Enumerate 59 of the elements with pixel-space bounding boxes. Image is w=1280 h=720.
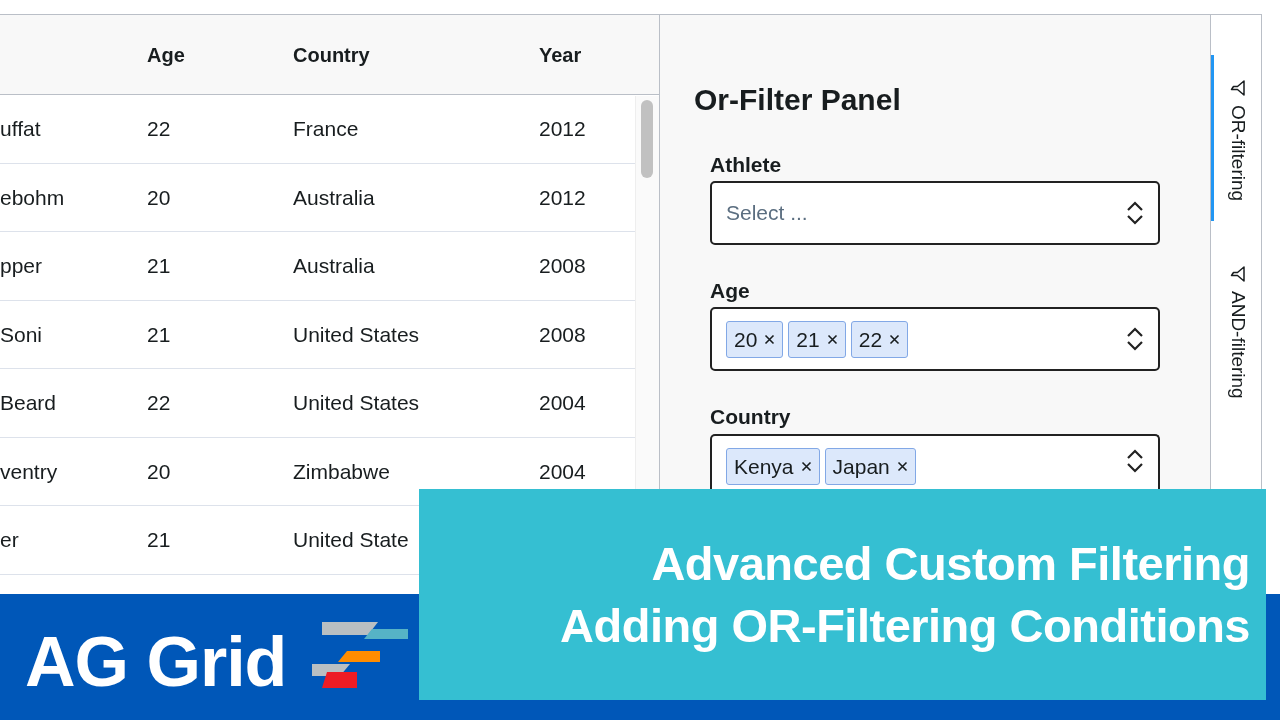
table-cell: United States: [293, 322, 420, 346]
column-header[interactable]: Country: [293, 43, 370, 66]
panel-title: Or-Filter Panel: [694, 82, 902, 118]
table-cell: Soni: [0, 322, 43, 346]
remove-icon[interactable]: [764, 333, 776, 345]
select-field[interactable]: Kenya Japan: [710, 433, 1160, 489]
table-cell: 21: [147, 322, 171, 346]
select-field[interactable]: Select ...: [710, 181, 1160, 246]
table-cell: 20: [147, 185, 171, 209]
table-cell: Australia: [293, 254, 375, 277]
remove-icon[interactable]: [896, 460, 908, 472]
table-cell: 22: [147, 117, 171, 140]
logo-text: AG Grid: [25, 622, 287, 703]
side-tab[interactable]: AND-filtering: [1211, 241, 1261, 419]
field-label: Athlete: [710, 152, 783, 178]
table-cell: ventry: [0, 459, 58, 483]
filter-tag[interactable]: Kenya: [726, 447, 820, 486]
side-tab[interactable]: OR-filtering: [1211, 55, 1261, 222]
table-cell: 2008: [539, 254, 586, 277]
select-field[interactable]: 20 21 22: [710, 307, 1160, 372]
table-cell: 2004: [539, 459, 586, 483]
scrollbar-thumb[interactable]: [641, 100, 653, 178]
table-cell: Beard: [0, 391, 57, 414]
table-cell: er: [0, 528, 19, 551]
table-cell: 22: [147, 391, 171, 414]
chevron-icon: [1126, 200, 1144, 227]
table-cell: 2012: [539, 185, 586, 209]
filter-icon: [1228, 265, 1247, 284]
table-cell: 21: [147, 254, 171, 277]
table-cell: 20: [147, 459, 171, 483]
filter-tag[interactable]: Japan: [824, 447, 916, 486]
filter-tag[interactable]: 20: [726, 320, 784, 359]
banner-title: Advanced Custom Filtering: [651, 536, 1250, 593]
remove-icon[interactable]: [889, 333, 901, 345]
column-header[interactable]: Age: [147, 43, 185, 66]
table-cell: 2004: [539, 391, 586, 414]
field-label: Age: [710, 278, 751, 304]
filter-icon: [1228, 79, 1247, 97]
table-cell: Australia: [293, 185, 375, 209]
table-cell: United States: [293, 391, 420, 414]
column-header[interactable]: Year: [539, 43, 582, 66]
remove-icon[interactable]: [826, 333, 838, 345]
table-cell: Zimbabwe: [293, 459, 390, 483]
filter-tag[interactable]: 22: [850, 320, 909, 359]
table-cell: uffat: [0, 117, 41, 140]
filter-tag[interactable]: 21: [788, 320, 846, 359]
chevron-icon: [1126, 326, 1144, 353]
table-cell: 2012: [539, 117, 586, 140]
table-cell: France: [293, 117, 359, 140]
table-cell: pper: [0, 254, 43, 277]
table-cell: 2008: [539, 322, 586, 346]
chevron-icon: [1126, 447, 1144, 474]
field-label: Country: [710, 404, 792, 430]
table-cell: ebohm: [0, 185, 65, 209]
banner-title: Adding OR-Filtering Conditions: [560, 597, 1250, 654]
table-cell: United State: [293, 528, 409, 551]
table-cell: 21: [147, 528, 171, 551]
remove-icon[interactable]: [800, 460, 812, 472]
logo-icon: [312, 622, 410, 688]
